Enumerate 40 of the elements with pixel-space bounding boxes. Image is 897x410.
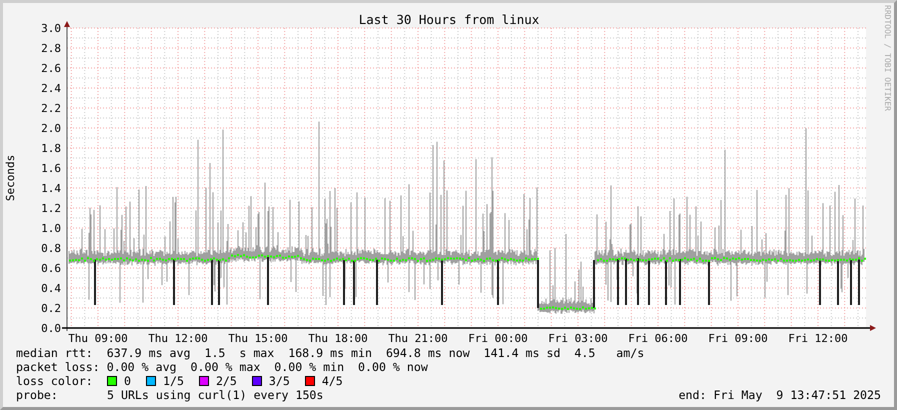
y-tick-label: 0.2 [41, 302, 61, 315]
y-tick-label: 2.8 [41, 42, 61, 55]
y-tick-label: 2.2 [41, 102, 61, 115]
stats-line: median rtt: 637.9 ms avg 1.5 s max 168.9 ms min 694.8 ms now 141.4 ms sd 4.5 am/s [16, 346, 644, 360]
x-tick-label: Fri 12:00 [788, 332, 848, 345]
legend-label: loss color: [16, 374, 94, 388]
legend-label: 4/5 [322, 374, 343, 388]
y-tick-label: 0.8 [41, 242, 61, 255]
x-tick-label: Fri 06:00 [628, 332, 688, 345]
x-tick-label: Thu 18:00 [308, 332, 368, 345]
y-tick-label: 1.0 [41, 222, 61, 235]
y-tick-label: 1.6 [41, 162, 61, 175]
legend-label: 1/5 [162, 374, 184, 388]
y-tick-label: 1.2 [41, 202, 61, 215]
y-tick-label: 2.6 [41, 62, 61, 75]
probe-label: probe: [16, 388, 59, 402]
y-axis-label: Seconds [4, 154, 17, 202]
chart-title: Last 30 Hours from linux [358, 12, 540, 27]
probe-text: 5 URLs using curl(1) every 150s [107, 388, 324, 402]
legend-label: 2/5 [216, 374, 237, 388]
y-tick-label: 2.0 [41, 122, 61, 135]
x-tick-label: Thu 09:00 [68, 332, 128, 345]
y-tick-label: 3.0 [41, 22, 61, 35]
legend-label: 3/5 [268, 374, 290, 388]
end-time: end: Fri May 9 13:47:51 2025 [678, 388, 881, 402]
y-tick-label: 2.4 [41, 82, 61, 95]
x-tick-label: Thu 21:00 [388, 332, 448, 345]
y-tick-label: 0.0 [41, 322, 61, 335]
x-tick-label: Thu 15:00 [228, 332, 288, 345]
y-tick-label: 0.4 [41, 282, 61, 295]
x-tick-label: Fri 00:00 [468, 332, 528, 345]
stats-line: packet loss: 0.00 % avg 0.00 % max 0.00 % min 0.00 % now [16, 360, 428, 374]
legend-label: 0 [124, 374, 131, 388]
y-tick-label: 1.8 [41, 142, 61, 155]
x-tick-label: Fri 09:00 [708, 332, 768, 345]
x-tick-label: Thu 12:00 [148, 332, 208, 345]
x-tick-label: Fri 03:00 [548, 332, 608, 345]
y-tick-label: 1.4 [41, 182, 61, 195]
y-tick-label: 0.6 [41, 262, 61, 275]
credit-text: RRDTOOL / TOBI OETIKER [883, 5, 892, 111]
